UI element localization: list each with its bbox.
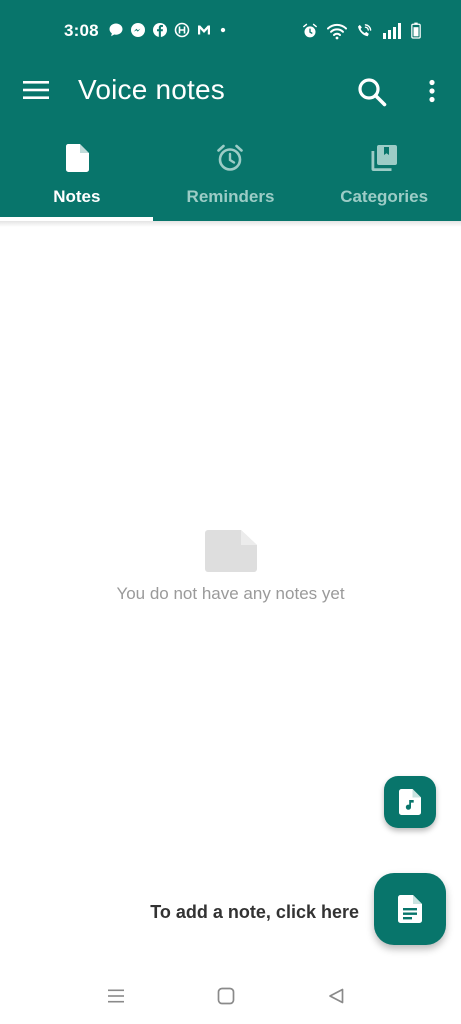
system-navigation-bar	[0, 968, 461, 1024]
add-note-hint: To add a note, click here	[150, 902, 359, 922]
tab-reminders[interactable]: Reminders	[154, 136, 308, 221]
tab-label: Notes	[53, 187, 101, 206]
wifi-call-icon	[357, 23, 372, 36]
tab-notes[interactable]: Notes	[0, 136, 154, 221]
tab-bar: Notes Reminders Categories	[0, 136, 461, 221]
home-button[interactable]	[212, 982, 240, 1010]
collections-icon	[371, 145, 398, 171]
back-icon	[329, 988, 344, 1004]
app-bar: 3:08 Voice notes Notes Reminders Categor…	[0, 0, 461, 221]
dot-icon	[220, 27, 226, 33]
note-icon	[65, 144, 89, 172]
audio-note-icon	[399, 789, 421, 815]
chat-bubble-icon	[109, 23, 123, 37]
status-time: 3:08	[64, 21, 99, 40]
navigation-menu-button[interactable]	[18, 74, 54, 106]
empty-state-message: You do not have any notes yet	[116, 584, 345, 603]
gmail-icon	[198, 25, 210, 35]
home-icon	[217, 987, 235, 1005]
recents-icon	[108, 989, 124, 1003]
text-note-icon	[398, 895, 422, 923]
globe-icon	[174, 22, 190, 38]
tab-label: Categories	[340, 187, 429, 206]
empty-note-icon	[204, 530, 257, 572]
toolbar: Voice notes	[0, 60, 461, 120]
alarm-icon	[303, 23, 317, 37]
add-audio-note-button[interactable]	[384, 776, 436, 828]
page-title: Voice notes	[78, 74, 225, 105]
tab-label: Reminders	[186, 187, 275, 206]
messenger-icon	[131, 23, 145, 37]
alarm-clock-icon	[217, 144, 244, 171]
search-button[interactable]	[352, 72, 392, 112]
more-options-button[interactable]	[418, 74, 446, 108]
facebook-icon	[153, 23, 167, 37]
status-bar: 3:08	[0, 0, 461, 60]
search-icon	[358, 78, 387, 107]
app-bar-shadow	[0, 221, 461, 227]
system-icons	[302, 21, 421, 40]
more-vert-icon	[429, 79, 435, 103]
tab-categories[interactable]: Categories	[307, 136, 461, 221]
empty-state: You do not have any notes yet	[0, 530, 461, 604]
recents-button[interactable]	[102, 982, 130, 1010]
add-text-note-button[interactable]	[374, 873, 446, 945]
back-button[interactable]	[322, 982, 350, 1010]
signal-icon	[383, 22, 401, 39]
notification-icons	[108, 22, 228, 38]
hamburger-menu-icon	[23, 81, 49, 99]
wifi-icon	[327, 23, 347, 39]
battery-icon	[411, 22, 421, 39]
